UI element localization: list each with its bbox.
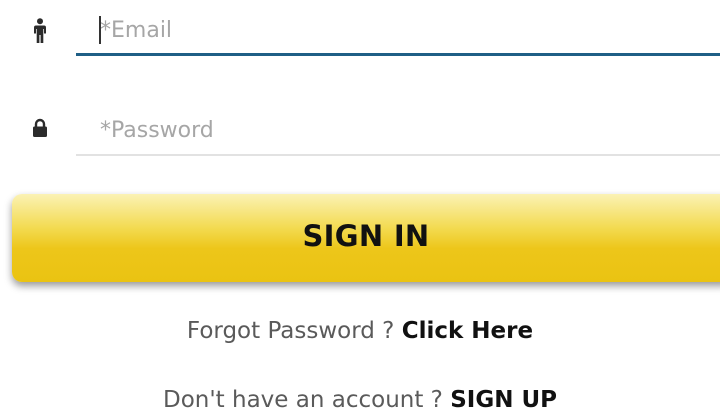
email-input[interactable] <box>76 8 720 56</box>
sign-in-button[interactable]: SIGN IN <box>12 194 720 282</box>
signup-prompt-text: Don't have an account ? <box>163 387 451 413</box>
forgot-password-line: Forgot Password ? Click Here <box>0 318 720 344</box>
email-row <box>0 0 720 64</box>
password-input[interactable] <box>76 106 720 156</box>
sign-up-link[interactable]: SIGN UP <box>450 387 557 413</box>
person-icon <box>29 17 51 45</box>
sign-in-label: SIGN IN <box>302 219 430 253</box>
forgot-password-text: Forgot Password ? <box>186 318 402 344</box>
password-row <box>0 98 720 162</box>
text-caret <box>99 16 101 44</box>
forgot-password-link[interactable]: Click Here <box>402 318 533 344</box>
signup-line: Don't have an account ? SIGN UP <box>0 387 720 413</box>
lock-icon <box>29 114 51 142</box>
